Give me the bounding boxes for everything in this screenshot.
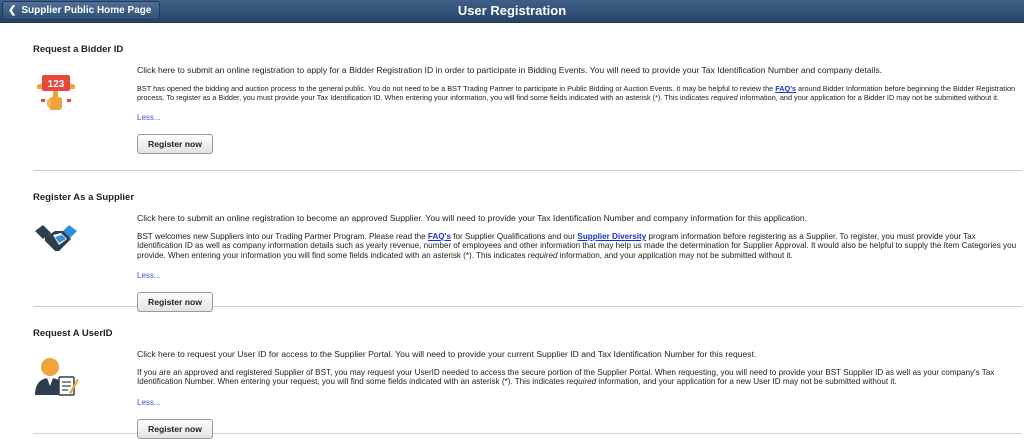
detail-text-b: information, and your application for a … [596, 377, 897, 387]
register-now-button[interactable]: Register now [137, 418, 213, 439]
section-detail-text: If you are an approved and registered Su… [137, 368, 1018, 387]
detail-text-a: BST has opened the bidding and auction p… [137, 84, 776, 93]
section-lead-text: Click here to submit an online registrat… [137, 65, 883, 75]
detail-emphasis: required [566, 377, 597, 387]
header-bar: ❮ Supplier Public Home Page User Registr… [0, 0, 1024, 23]
section-bidder: Request a Bidder ID 123 Click here to su… [33, 23, 1022, 171]
back-button[interactable]: ❮ Supplier Public Home Page [2, 1, 161, 20]
handshake-icon [33, 217, 79, 263]
faq-link[interactable]: FAQ's [775, 84, 796, 93]
detail-text-c: information, and your application for a … [737, 93, 999, 102]
section-title: Request A UserID [33, 328, 113, 339]
register-now-button[interactable]: Register now [137, 134, 213, 154]
section-content: Click here to submit an online registrat… [137, 213, 1018, 313]
less-link[interactable]: Less... [137, 398, 161, 407]
section-detail-text: BST has opened the bidding and auction p… [137, 84, 1018, 102]
section-lead-text: Click here to request your User ID for a… [137, 349, 757, 359]
section-title: Request a Bidder ID [33, 44, 124, 55]
bidder-badge-number: 123 [48, 79, 65, 90]
section-lead-text: Click here to submit an online registrat… [137, 213, 808, 223]
detail-text-b: for Supplier Qualifications and our [451, 232, 578, 241]
section-supplier: Register As a Supplier Click here to sub… [33, 171, 1022, 313]
user-form-icon [33, 353, 79, 399]
faq-link[interactable]: FAQ's [428, 232, 451, 241]
less-link[interactable]: Less... [137, 113, 161, 122]
section-content: Click here to request your User ID for a… [137, 349, 1018, 439]
back-button-label: Supplier Public Home Page [21, 5, 152, 16]
section-detail-text: BST welcomes new Suppliers into our Trad… [137, 232, 1018, 260]
detail-emphasis: required [527, 250, 558, 260]
chevron-left-icon: ❮ [8, 4, 17, 16]
bidder-paddle-icon: 123 [33, 69, 79, 115]
detail-text-d: information, and your application may no… [557, 250, 793, 260]
section-title: Register As a Supplier [33, 192, 135, 203]
detail-text-a: BST welcomes new Suppliers into our Trad… [137, 232, 428, 241]
less-link[interactable]: Less... [137, 271, 161, 280]
section-userid: Request A UserID Click here to request y… [33, 307, 1022, 439]
section-content: Click here to submit an online registrat… [137, 65, 1018, 154]
supplier-diversity-link[interactable]: Supplier Diversity [577, 232, 646, 241]
detail-emphasis: required [710, 93, 738, 102]
